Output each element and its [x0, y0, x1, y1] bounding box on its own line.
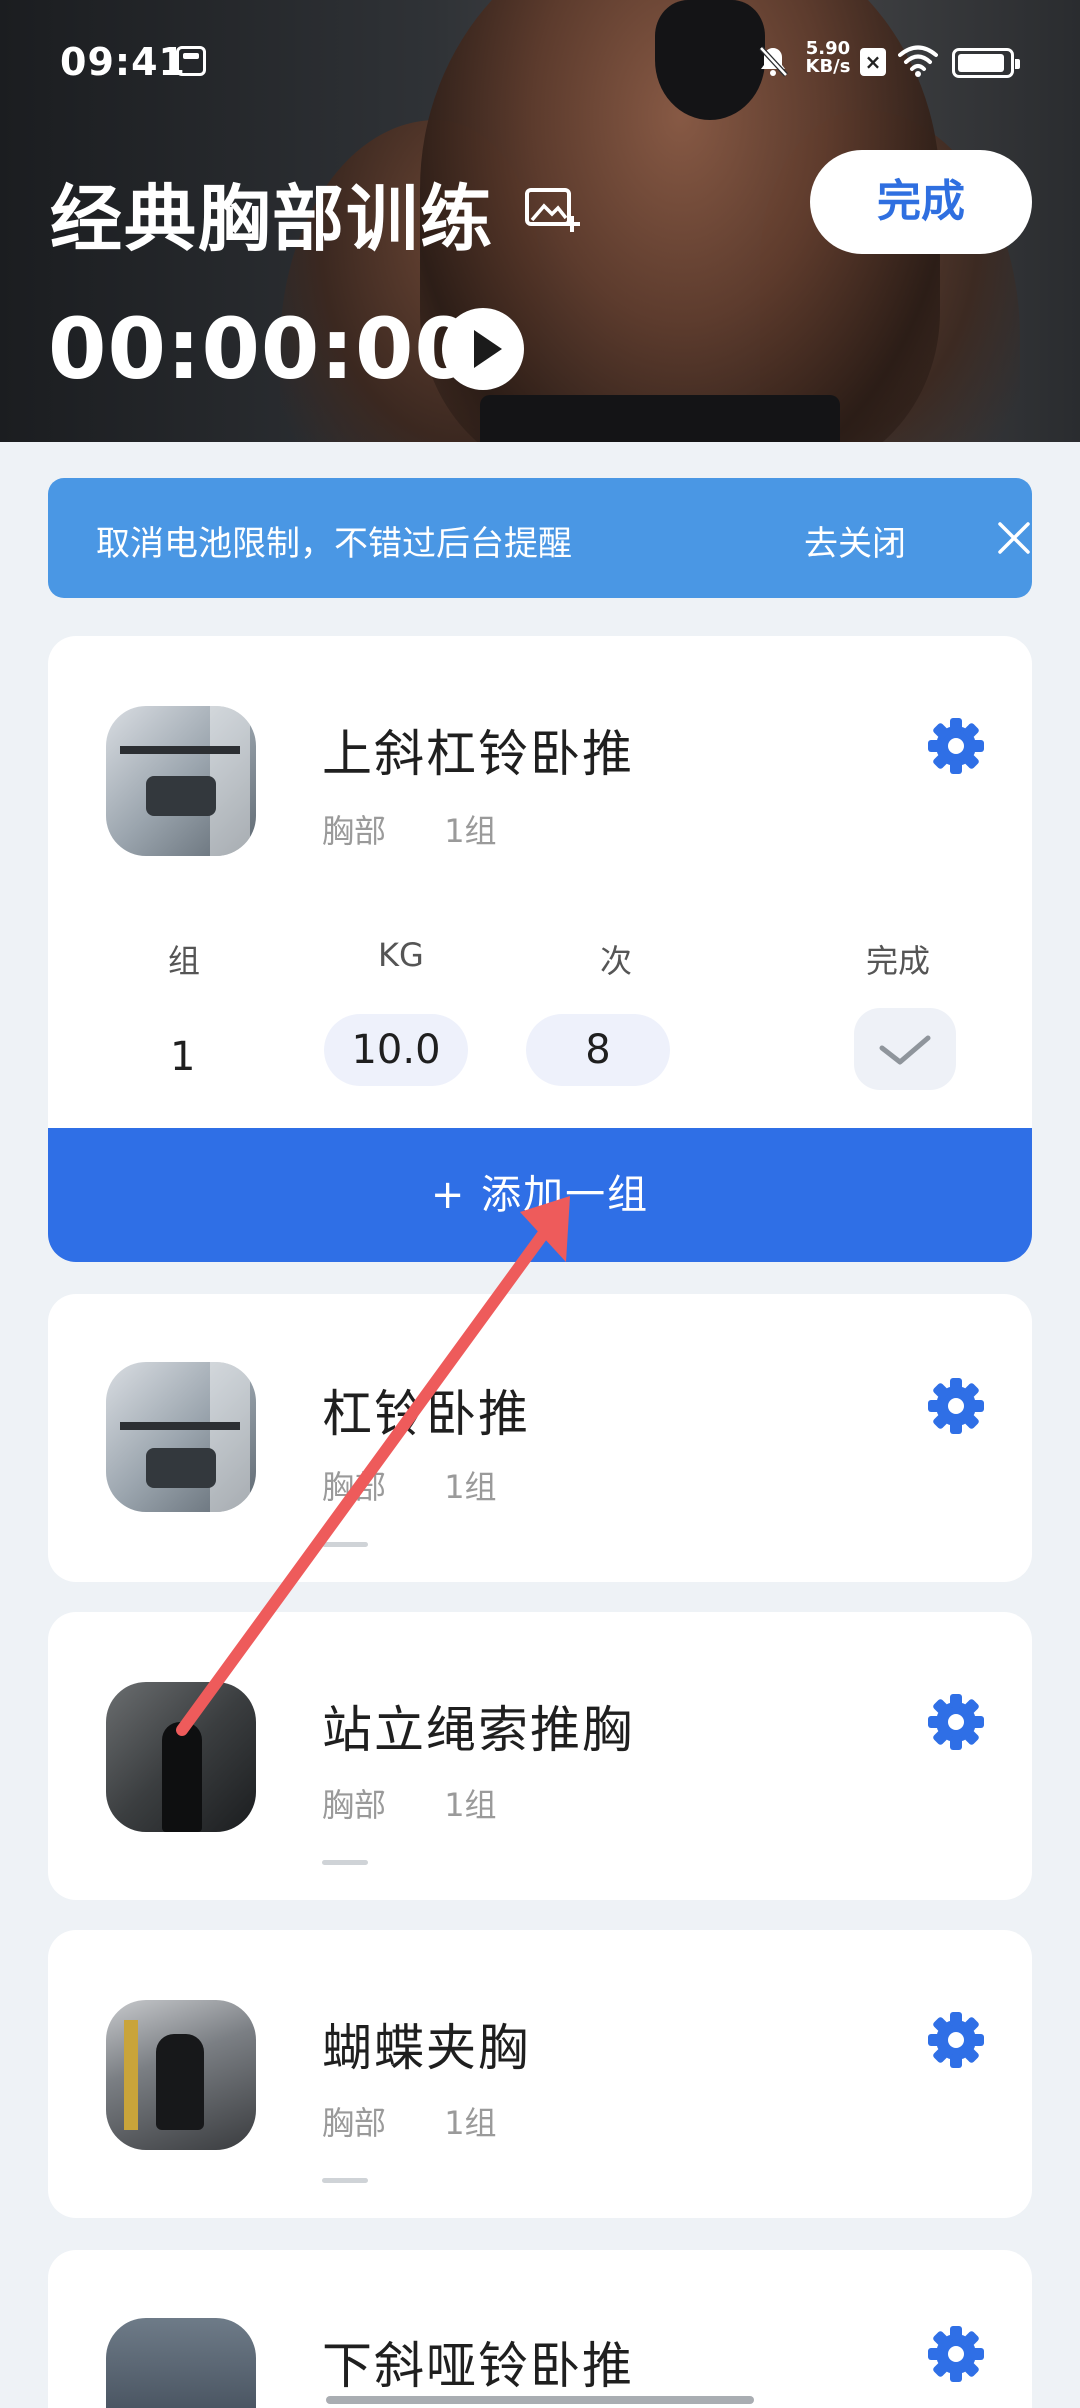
- hero-image-part: [480, 395, 840, 442]
- exercise-meta: 胸部 1组: [322, 806, 545, 852]
- set-number: 1: [170, 1034, 196, 1080]
- add-set-button[interactable]: + 添加一组: [48, 1128, 1032, 1262]
- exercise-body-part: 胸部: [322, 2104, 387, 2142]
- exercise-card: 蝴蝶夹胸 胸部 1组: [48, 1930, 1032, 2218]
- exercise-set-count: 1组: [444, 1468, 497, 1506]
- banner-action-link[interactable]: 去关闭: [804, 516, 906, 565]
- exercise-set-count: 1组: [444, 2104, 497, 2142]
- gear-icon[interactable]: [926, 2010, 986, 2070]
- image-edit-icon[interactable]: [524, 182, 582, 234]
- exercise-meta: 胸部 1组: [322, 2098, 545, 2144]
- battery-icon: [952, 48, 1020, 78]
- exercise-thumbnail[interactable]: [106, 706, 256, 856]
- drag-handle[interactable]: [322, 1860, 368, 1865]
- set-complete-checkbox[interactable]: [854, 1008, 956, 1090]
- bell-off-icon: [759, 46, 788, 77]
- app-notification-icon: [176, 46, 206, 76]
- exercise-name[interactable]: 蝴蝶夹胸: [322, 2008, 530, 2080]
- exercise-meta: 胸部 1组: [322, 1780, 545, 1826]
- network-speed-unit: KB/s: [805, 56, 851, 77]
- play-icon[interactable]: [442, 308, 524, 390]
- battery-restriction-banner: 取消电池限制，不错过后台提醒 去关闭: [48, 478, 1032, 598]
- weight-input[interactable]: 10.0: [324, 1014, 468, 1086]
- exercise-meta: 胸部 1组: [322, 1462, 545, 1508]
- exercise-name[interactable]: 站立绳索推胸: [322, 1690, 634, 1762]
- exercise-name[interactable]: 下斜哑铃卧推: [322, 2326, 634, 2398]
- exercise-thumbnail[interactable]: [106, 2318, 256, 2408]
- exercise-body-part: 胸部: [322, 1786, 387, 1824]
- gear-icon[interactable]: [926, 2324, 986, 2384]
- exercise-body-part: 胸部: [322, 1468, 387, 1506]
- drag-handle[interactable]: [322, 1542, 368, 1547]
- workout-title[interactable]: 经典胸部训练: [50, 160, 494, 265]
- drag-handle[interactable]: [322, 2178, 368, 2183]
- check-icon: [879, 1035, 931, 1065]
- exercise-name[interactable]: 上斜杠铃卧推: [322, 714, 634, 786]
- exercise-body-part: 胸部: [322, 812, 387, 850]
- exercise-card: 杠铃卧推 胸部 1组: [48, 1294, 1032, 1582]
- exercise-thumbnail[interactable]: [106, 1682, 256, 1832]
- exercise-thumbnail[interactable]: [106, 2000, 256, 2150]
- workout-header: 09:41 5.90 KB/s × 经典胸部训练 完成 00:00:00: [0, 0, 1080, 442]
- exercise-thumbnail[interactable]: [106, 1362, 256, 1512]
- column-header-reps: 次: [600, 942, 633, 980]
- network-speed: 5.90 KB/s: [800, 40, 856, 76]
- wifi-icon: [898, 45, 938, 77]
- status-bar: 09:41 5.90 KB/s ×: [0, 0, 1080, 120]
- exercise-name[interactable]: 杠铃卧推: [322, 1374, 530, 1446]
- exercise-card: 上斜杠铃卧推 胸部 1组 组 KG 次 完成 1 10.0 8 + 添加一组: [48, 636, 1032, 1262]
- reps-input[interactable]: 8: [526, 1014, 670, 1086]
- exercise-set-count: 1组: [444, 1786, 497, 1824]
- column-header-kg: KG: [378, 936, 424, 974]
- banner-message: 取消电池限制，不错过后台提醒: [96, 524, 572, 564]
- close-icon[interactable]: [992, 516, 1036, 560]
- gear-icon[interactable]: [926, 1376, 986, 1436]
- finish-workout-button[interactable]: 完成: [810, 150, 1032, 254]
- exercise-card: 下斜哑铃卧推: [48, 2250, 1032, 2408]
- gear-icon[interactable]: [926, 1692, 986, 1752]
- home-indicator[interactable]: [326, 2396, 754, 2404]
- exercise-card: 站立绳索推胸 胸部 1组: [48, 1612, 1032, 1900]
- x-badge-icon: ×: [860, 48, 886, 76]
- status-time: 09:41: [60, 40, 186, 84]
- workout-timer: 00:00:00: [48, 300, 474, 398]
- gear-icon[interactable]: [926, 716, 986, 776]
- column-header-set: 组: [168, 942, 201, 980]
- exercise-set-count: 1组: [444, 812, 497, 850]
- column-header-done: 完成: [866, 942, 931, 980]
